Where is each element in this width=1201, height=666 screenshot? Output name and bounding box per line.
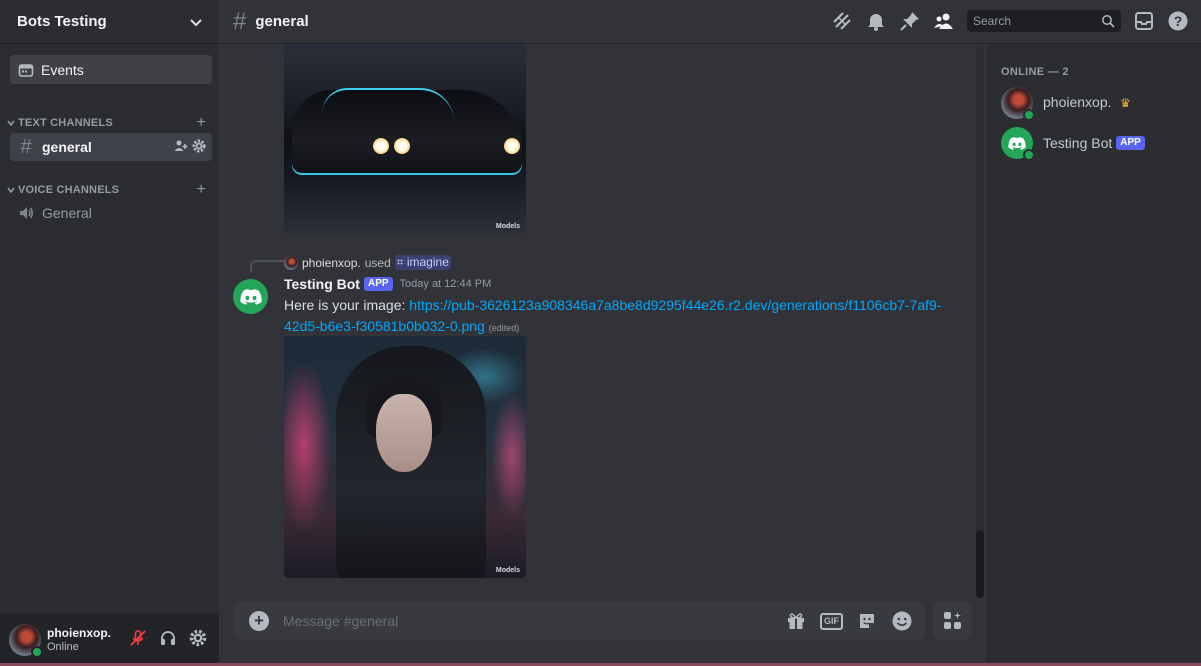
message-list: Models phoienxop. used ⌗ imagine Testing… <box>219 44 987 604</box>
message-content: Here is your image: https://pub-3626123a… <box>284 295 964 339</box>
search-icon <box>1102 15 1115 28</box>
message-author[interactable]: Testing Bot <box>284 276 360 292</box>
online-status-indicator <box>1023 149 1035 161</box>
apps-icon <box>943 612 961 629</box>
image-watermark: Models <box>495 567 520 574</box>
threads-icon[interactable] <box>831 10 853 32</box>
member-avatar <box>1001 87 1035 121</box>
server-header[interactable]: Bots Testing <box>0 0 219 44</box>
owner-crown-icon: ♛ <box>1119 96 1131 110</box>
gift-icon[interactable] <box>786 611 806 631</box>
message-header: Testing Bot APP Today at 12:44 PM <box>284 276 491 292</box>
add-channel-button[interactable]: + <box>196 114 206 132</box>
channel-header: # general Search ? <box>219 0 1201 44</box>
reply-avatar <box>284 255 298 270</box>
online-status-indicator <box>31 646 43 658</box>
scrollbar-thumb[interactable] <box>976 530 984 598</box>
emoji-icon[interactable] <box>891 610 913 632</box>
slash-command-mention[interactable]: ⌗ imagine <box>394 255 451 270</box>
headlight <box>373 138 389 154</box>
discord-logo-icon <box>1008 136 1026 150</box>
category-voice-channels[interactable]: VOICE CHANNELS + <box>6 181 206 199</box>
user-panel: phoienxop. Online <box>0 614 219 666</box>
channel-label: General <box>42 205 92 221</box>
bot-avatar[interactable] <box>233 279 268 314</box>
svg-text:?: ? <box>1174 13 1183 29</box>
calendar-icon <box>18 63 34 77</box>
face-shape <box>376 394 432 472</box>
add-channel-button[interactable]: + <box>196 181 206 199</box>
voice-channel-general[interactable]: General <box>10 199 212 227</box>
car-roof-neon <box>322 88 454 122</box>
channel-label: general <box>42 139 92 155</box>
command-name: imagine <box>406 255 449 269</box>
message-composer: + GIF <box>233 602 925 640</box>
settings-gear-icon[interactable] <box>189 629 207 647</box>
events-item[interactable]: Events <box>10 55 212 84</box>
generated-image-hooded-girl[interactable]: Models <box>284 336 526 578</box>
reply-user: phoienxop. <box>302 255 361 270</box>
user-avatar[interactable] <box>9 624 43 658</box>
member-avatar <box>1001 127 1035 161</box>
chevron-down-icon <box>7 187 15 194</box>
chevron-down-icon <box>190 18 202 26</box>
headphones-icon[interactable] <box>159 629 177 647</box>
message-input[interactable] <box>283 613 763 629</box>
reply-used-text: used <box>364 255 391 270</box>
hash-icon: # <box>233 7 247 35</box>
member-item[interactable]: phoienxop. ♛ <box>1001 87 1131 121</box>
image-watermark: Models <box>495 223 520 230</box>
command-reply-context[interactable]: phoienxop. used ⌗ imagine <box>284 255 451 270</box>
edited-label: (edited) <box>488 323 520 333</box>
members-icon[interactable] <box>933 10 955 32</box>
sticker-icon[interactable] <box>857 611 877 631</box>
headlight <box>504 138 520 154</box>
app-launcher-button[interactable] <box>933 602 972 640</box>
hash-icon: # <box>20 135 32 158</box>
online-status-indicator <box>1023 109 1035 121</box>
chevron-down-icon <box>7 120 15 127</box>
channel-sidebar: Bots Testing Events TEXT CHANNELS + # ge… <box>0 0 219 666</box>
user-status: Online <box>47 641 79 653</box>
server-name: Bots Testing <box>17 13 107 30</box>
message-text: Here is your image: <box>284 297 406 313</box>
member-name: Testing Bot <box>1043 135 1113 151</box>
member-group-header: ONLINE — 2 <box>1001 66 1069 78</box>
events-label: Events <box>41 61 84 78</box>
category-label: TEXT CHANNELS <box>18 117 113 129</box>
user-name: phoienxop. <box>47 626 111 640</box>
channel-title: general <box>255 13 309 30</box>
reply-connector <box>250 260 284 272</box>
invite-icon[interactable] <box>174 139 188 153</box>
member-name: phoienxop. <box>1043 94 1112 110</box>
headlight <box>394 138 410 154</box>
upload-plus-button[interactable]: + <box>249 611 269 631</box>
mic-muted-icon[interactable] <box>129 629 147 647</box>
speaker-icon <box>20 207 33 219</box>
category-label: VOICE CHANNELS <box>18 184 120 196</box>
scrollbar-track[interactable] <box>976 46 984 598</box>
message-timestamp: Today at 12:44 PM <box>399 278 492 290</box>
search-input[interactable]: Search <box>967 10 1121 32</box>
gear-icon[interactable] <box>192 139 206 153</box>
generated-image-car[interactable]: Models <box>284 44 526 234</box>
inbox-icon[interactable] <box>1133 10 1155 32</box>
help-icon[interactable]: ? <box>1167 10 1189 32</box>
search-placeholder: Search <box>973 14 1012 28</box>
discord-logo-icon <box>239 288 262 305</box>
app-badge: APP <box>363 277 393 291</box>
bell-icon[interactable] <box>865 10 887 32</box>
category-text-channels[interactable]: TEXT CHANNELS + <box>6 114 206 132</box>
member-list: ONLINE — 2 phoienxop. ♛ Testing Bot APP <box>987 44 1201 666</box>
channel-general[interactable]: # general <box>10 133 212 161</box>
app-badge: APP <box>1116 136 1145 150</box>
pin-icon[interactable] <box>899 10 921 32</box>
member-item[interactable]: Testing Bot APP <box>1001 127 1145 161</box>
gif-button[interactable]: GIF <box>820 612 843 630</box>
